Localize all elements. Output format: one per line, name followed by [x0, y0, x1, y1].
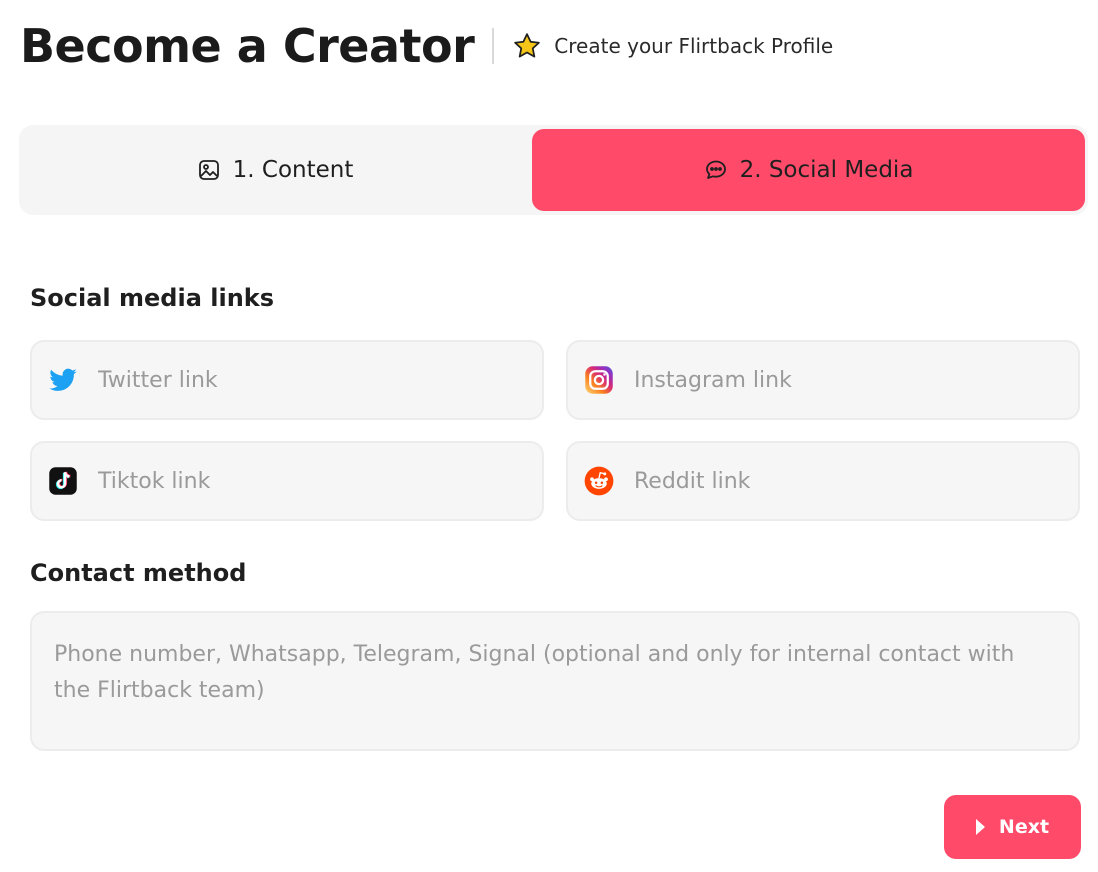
tiktok-field: [30, 441, 544, 521]
tab-social-media-label: 2. Social Media: [739, 157, 914, 183]
next-button-label: Next: [998, 816, 1050, 838]
contact-method-input[interactable]: [32, 613, 1078, 749]
chat-bubble-icon: [705, 160, 726, 179]
reddit-input[interactable]: [634, 468, 1078, 494]
page-title: Become a Creator: [20, 19, 475, 73]
tab-social-media[interactable]: 2. Social Media: [532, 129, 1085, 211]
page-header: Become a Creator Create your Flirtback P…: [20, 14, 833, 78]
star-icon: [514, 33, 541, 58]
contact-method-field: [30, 611, 1080, 751]
play-icon: [975, 819, 985, 835]
twitter-input[interactable]: [98, 367, 542, 393]
header-divider: [492, 28, 495, 64]
tiktok-icon: [49, 467, 77, 495]
page-subtitle: Create your Flirtback Profile: [512, 31, 833, 61]
tiktok-input[interactable]: [98, 468, 542, 494]
step-tabs: 1. Content 2. Social Media: [19, 125, 1088, 215]
instagram-input[interactable]: [634, 367, 1078, 393]
tab-content-label: 1. Content: [232, 157, 354, 183]
next-button[interactable]: Next: [944, 795, 1081, 859]
twitter-field: [30, 340, 544, 420]
social-links-heading: Social media links: [30, 284, 275, 312]
instagram-field: [566, 340, 1080, 420]
reddit-icon: [584, 466, 614, 496]
reddit-field: [566, 441, 1080, 521]
tab-content[interactable]: 1. Content: [19, 129, 531, 211]
image-icon: [198, 160, 219, 180]
subtitle-text: Create your Flirtback Profile: [554, 34, 834, 58]
instagram-icon: [585, 366, 613, 394]
contact-method-heading: Contact method: [30, 559, 247, 587]
twitter-icon: [49, 368, 77, 391]
